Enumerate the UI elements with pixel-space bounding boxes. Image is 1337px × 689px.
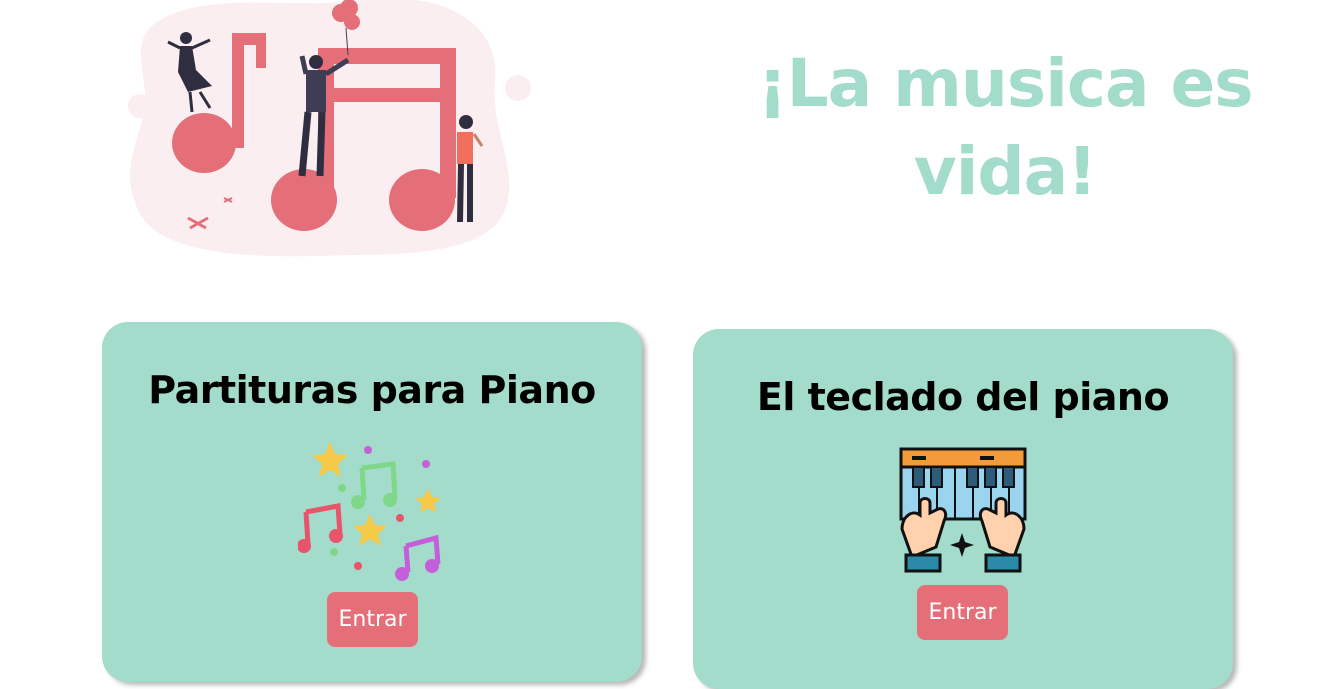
hero-title: ¡La musica es vida! [757, 45, 1253, 210]
card-teclado: El teclado del piano Entrar [693, 329, 1233, 689]
music-notes-stars-icon [297, 440, 448, 585]
enter-button[interactable]: Entrar [327, 592, 418, 647]
hero-music-illustration [120, 0, 540, 260]
enter-button[interactable]: Entrar [917, 585, 1008, 640]
card-title: El teclado del piano [756, 375, 1170, 419]
card-partituras: Partituras para Piano Entrar [102, 322, 642, 682]
piano-keyboard-hands-icon [898, 447, 1028, 575]
card-title: Partituras para Piano [148, 368, 596, 412]
